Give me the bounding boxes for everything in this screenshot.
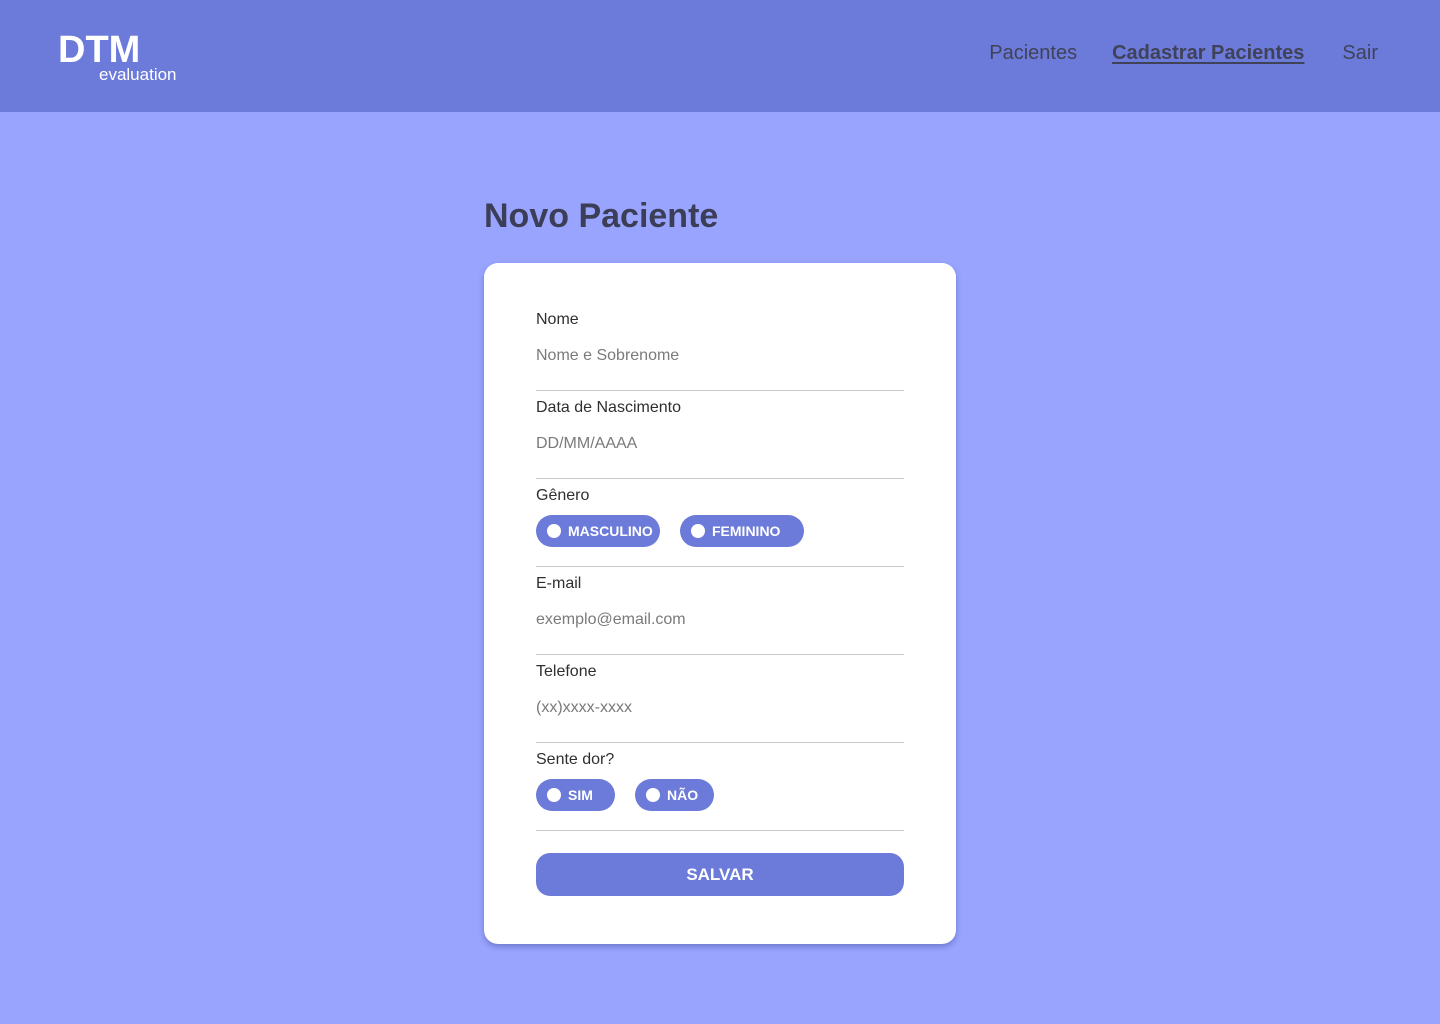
- pain-radio-group: SIM NÃO: [536, 779, 714, 811]
- birthdate-input[interactable]: [536, 426, 904, 462]
- main-nav: Pacientes Cadastrar Pacientes Sair: [989, 40, 1378, 66]
- nav-link-pacientes[interactable]: Pacientes: [989, 40, 1077, 66]
- name-label: Nome: [536, 311, 579, 328]
- pain-label: Sente dor?: [536, 751, 615, 768]
- gender-option-feminino[interactable]: FEMININO: [680, 515, 804, 547]
- phone-field: Telefone: [536, 662, 904, 743]
- birthdate-field: Data de Nascimento: [536, 398, 904, 479]
- pain-option-sim[interactable]: SIM: [536, 779, 615, 811]
- page-title: Novo Paciente: [484, 197, 719, 235]
- name-field: Nome: [536, 310, 904, 391]
- brand-logo[interactable]: DTM evaluation: [58, 29, 177, 84]
- email-field: E-mail: [536, 574, 904, 655]
- radio-circle-icon: [547, 524, 561, 538]
- gender-radio-group: MASCULINO FEMININO: [536, 515, 804, 547]
- nav-link-cadastrar-pacientes[interactable]: Cadastrar Pacientes: [1112, 40, 1307, 66]
- birthdate-label: Data de Nascimento: [536, 399, 681, 416]
- gender-option-label: MASCULINO: [568, 523, 653, 539]
- brand-title: DTM: [58, 29, 141, 71]
- new-patient-form: Nome Data de Nascimento Gênero MASCULINO…: [484, 263, 956, 944]
- gender-option-label: FEMININO: [712, 523, 781, 539]
- pain-option-label: SIM: [568, 787, 593, 803]
- email-label: E-mail: [536, 575, 582, 592]
- gender-label: Gênero: [536, 487, 590, 504]
- nav-link-sair[interactable]: Sair: [1342, 40, 1378, 66]
- radio-circle-icon: [691, 524, 705, 538]
- phone-label: Telefone: [536, 663, 597, 680]
- pain-option-label: NÃO: [667, 787, 699, 803]
- gender-field: Gênero MASCULINO FEMININO: [536, 486, 904, 567]
- top-header: DTM evaluation Pacientes Cadastrar Pacie…: [0, 0, 1440, 112]
- save-button[interactable]: SALVAR: [536, 853, 904, 896]
- phone-input[interactable]: [536, 690, 904, 726]
- pain-field: Sente dor? SIM NÃO: [536, 750, 904, 831]
- radio-circle-icon: [547, 788, 561, 802]
- name-input[interactable]: [536, 338, 904, 374]
- brand-subtitle: evaluation: [99, 65, 177, 84]
- radio-circle-icon: [646, 788, 660, 802]
- gender-option-masculino[interactable]: MASCULINO: [536, 515, 660, 547]
- email-input[interactable]: [536, 602, 904, 638]
- pain-option-nao[interactable]: NÃO: [635, 779, 714, 811]
